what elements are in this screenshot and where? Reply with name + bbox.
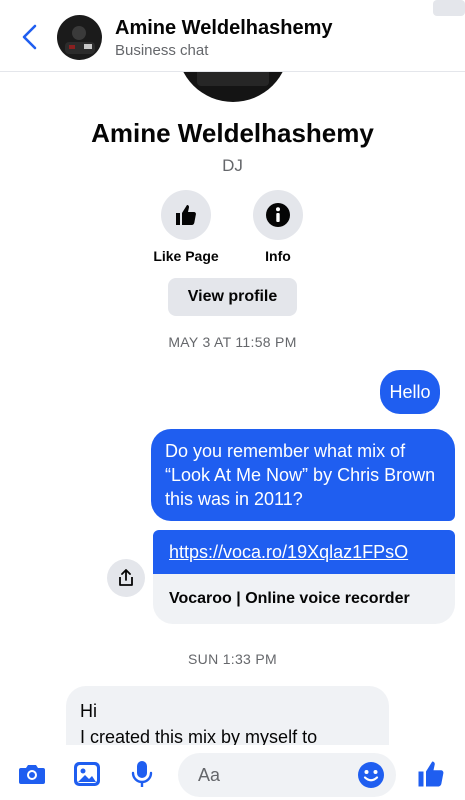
camera-icon[interactable]	[17, 759, 47, 789]
timestamp: SUN 1:33 PM	[188, 651, 277, 667]
back-chevron-icon[interactable]	[18, 22, 42, 52]
message-line: Hi	[80, 701, 97, 721]
thumbs-up-icon[interactable]	[161, 190, 211, 240]
info-action[interactable]: Info	[238, 190, 318, 264]
profile-category: DJ	[222, 156, 243, 175]
profile-name: Amine Weldelhashemy	[91, 118, 374, 148]
like-page-label: Like Page	[153, 248, 219, 264]
emoji-icon[interactable]	[356, 760, 386, 790]
message-input-placeholder: Aa	[198, 765, 221, 785]
chat-header: Amine Weldelhashemy Business chat	[0, 0, 465, 72]
avatar[interactable]	[57, 15, 102, 60]
share-icon[interactable]	[107, 559, 145, 597]
link-title: Vocaroo | Online voice recorder	[153, 574, 455, 624]
view-profile-button[interactable]: View profile	[168, 278, 297, 316]
thumbs-up-icon[interactable]	[416, 759, 446, 789]
message-input[interactable]: Aa	[178, 753, 396, 797]
message-bubble-outgoing[interactable]: Do you remember what mix of “Look At Me …	[151, 429, 455, 521]
microphone-icon[interactable]	[127, 759, 157, 789]
like-page-action[interactable]: Like Page	[146, 190, 226, 264]
link-url[interactable]: https://voca.ro/19Xqlaz1FPsO	[169, 542, 408, 563]
contact-subtitle: Business chat	[115, 42, 209, 59]
timestamp: MAY 3 AT 11:58 PM	[168, 334, 297, 350]
info-label: Info	[265, 248, 291, 264]
link-preview-card[interactable]: https://voca.ro/19Xqlaz1FPsO Vocaroo | O…	[153, 530, 455, 624]
contact-name[interactable]: Amine Weldelhashemy	[115, 17, 332, 40]
message-bubble-outgoing[interactable]: Hello	[380, 370, 440, 414]
info-icon[interactable]	[253, 190, 303, 240]
header-corner-button[interactable]	[433, 0, 465, 16]
image-icon[interactable]	[72, 759, 102, 789]
link-url-row: https://voca.ro/19Xqlaz1FPsO	[153, 530, 455, 574]
